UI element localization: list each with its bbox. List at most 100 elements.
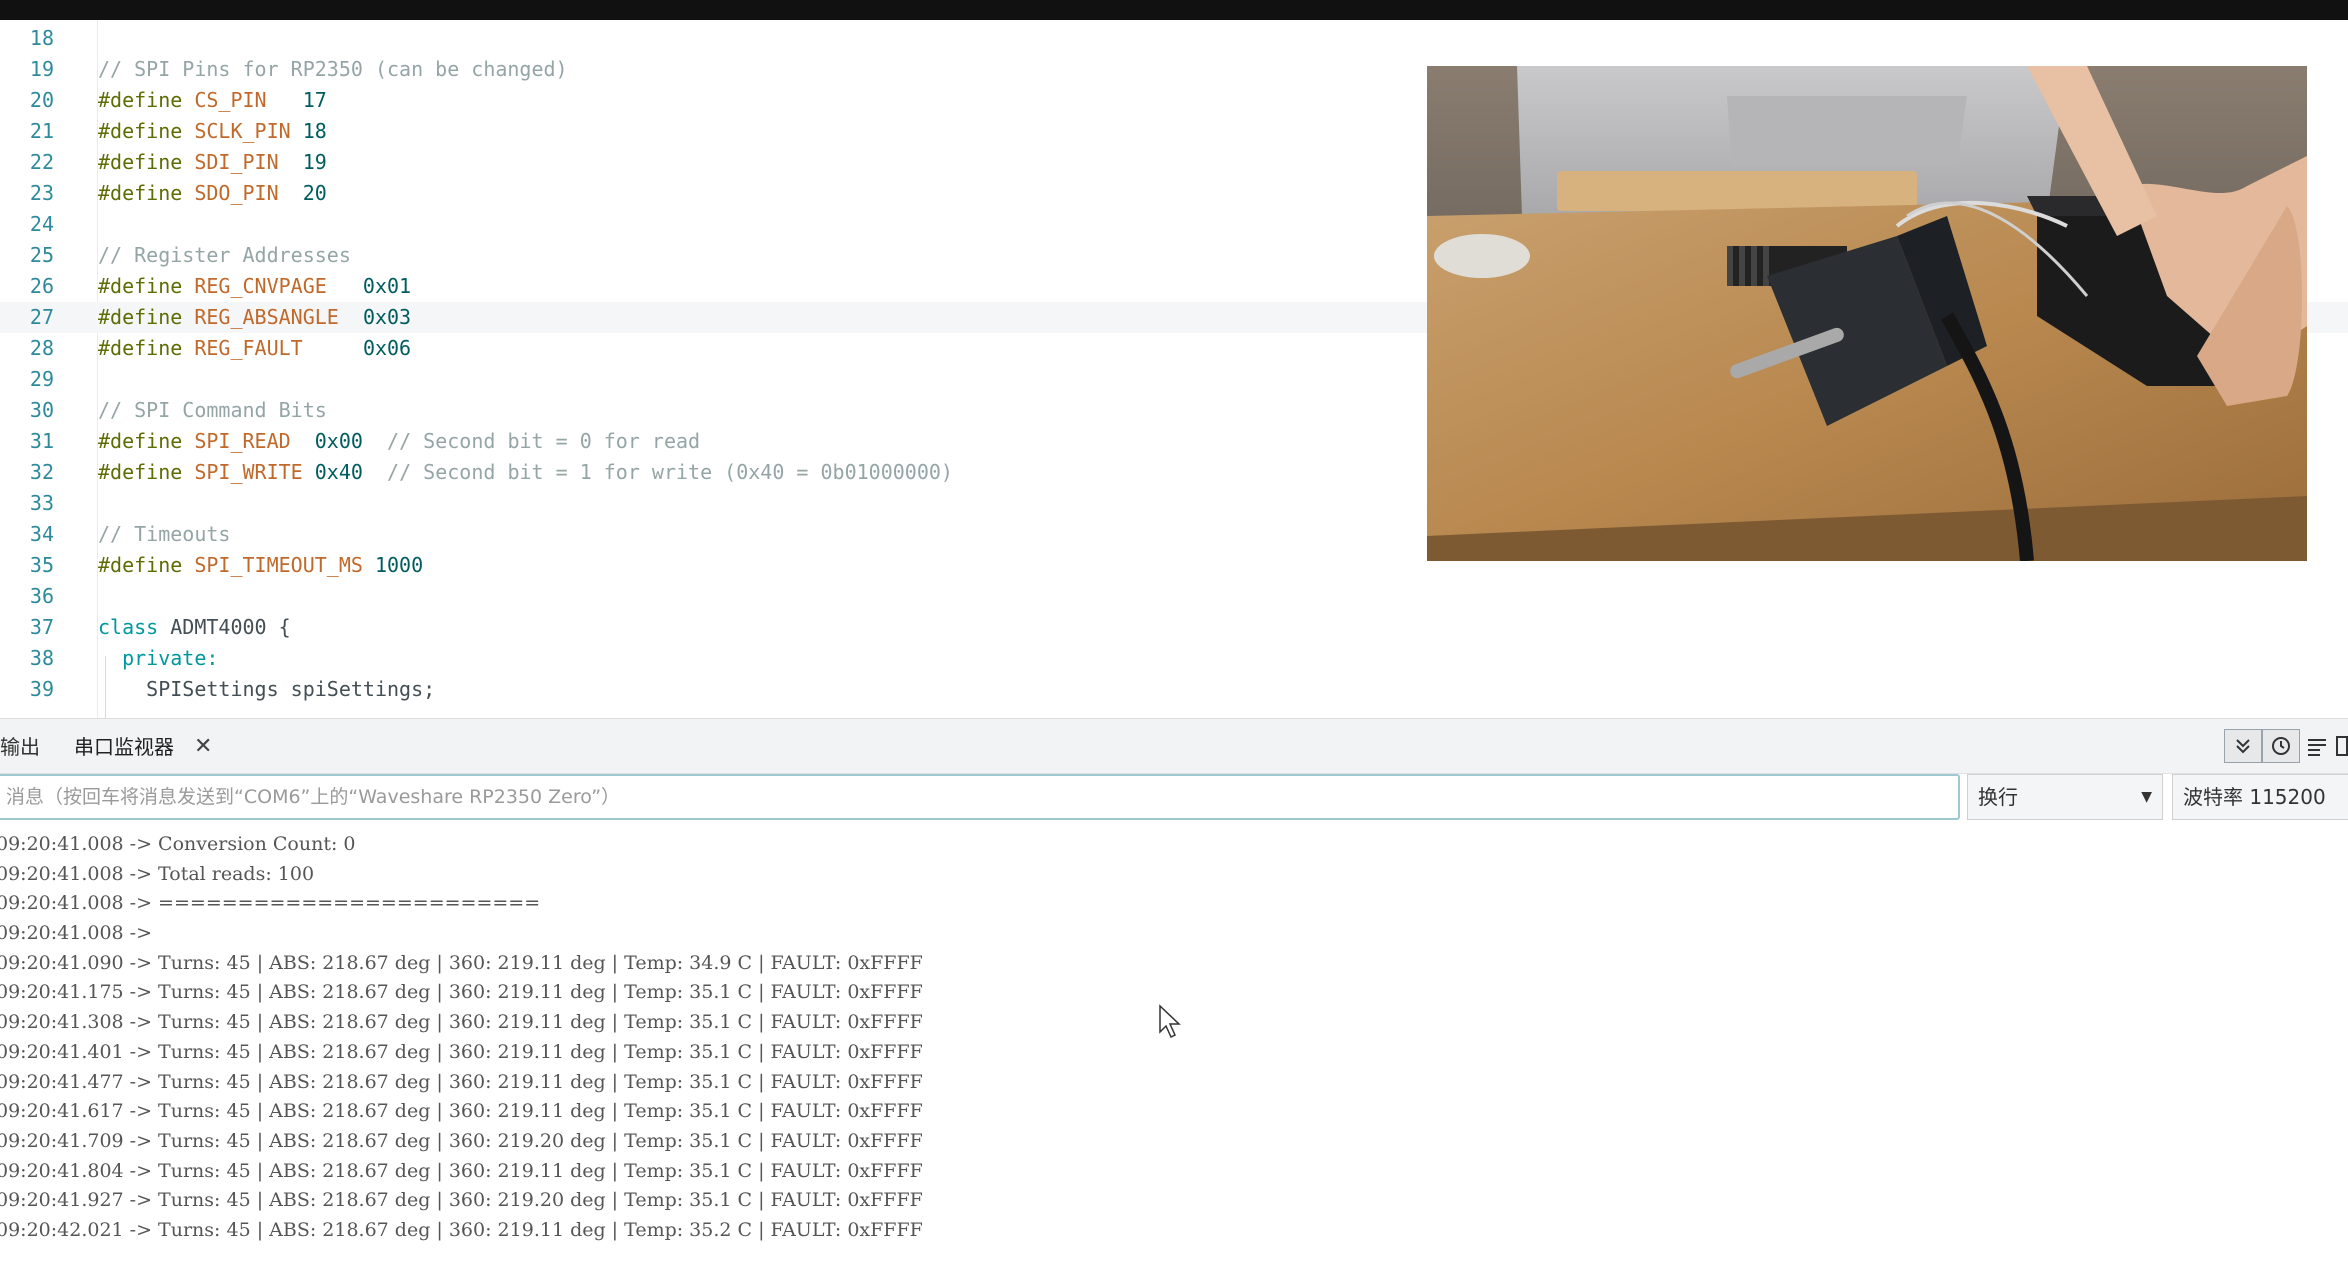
top-window-bar	[0, 0, 2348, 20]
serial-input-row: 换行 ▼ 波特率 115200	[0, 774, 2348, 822]
baud-rate-select[interactable]: 波特率 115200	[2172, 774, 2348, 820]
code-line[interactable]: 18	[0, 23, 2348, 54]
code-line[interactable]: 37 class ADMT4000 {	[0, 612, 2348, 643]
clear-output-icon[interactable]	[2306, 735, 2328, 761]
code-token: 0x06	[362, 336, 412, 360]
code-token: #define	[98, 181, 183, 205]
line-number: 37	[29, 615, 54, 639]
code-token: // Second bit = 0 for read	[387, 429, 701, 453]
code-text: #define REG_CNVPAGE 0x01	[98, 271, 411, 302]
code-token: // SPI Command Bits	[98, 398, 327, 422]
code-token: 1000	[374, 553, 424, 577]
panel-layout-icon[interactable]	[2336, 735, 2348, 761]
autoscroll-toggle-icon[interactable]	[2224, 729, 2262, 763]
code-token: 0x03	[362, 305, 412, 329]
line-number: 36	[29, 584, 54, 608]
bottom-panel-tabs: 输出 串口监视器 ✕	[0, 718, 2348, 774]
line-number: 38	[29, 646, 54, 670]
line-ending-select[interactable]: 换行 ▼	[1967, 774, 2163, 820]
serial-output-line: 09:20:41.477 -> Turns: 45 | ABS: 218.67 …	[0, 1070, 923, 1093]
serial-output-line: 09:20:41.008 ->	[0, 922, 159, 945]
code-token: 19	[302, 150, 327, 174]
code-token: SDI_PIN	[194, 150, 279, 174]
code-text: #define REG_ABSANGLE 0x03	[98, 302, 411, 333]
code-text: class ADMT4000 {	[98, 612, 291, 643]
serial-output-line: 09:20:41.008 -> Conversion Count: 0	[0, 833, 356, 855]
code-token: REG_FAULT	[194, 336, 303, 360]
tab-output[interactable]: 输出	[0, 719, 40, 775]
code-token: REG_ABSANGLE	[194, 305, 339, 329]
motor-photo-image	[1427, 66, 2307, 561]
code-token: SPISettings spiSettings;	[98, 677, 436, 701]
code-text: #define SPI_READ 0x00 // Second bit = 0 …	[98, 426, 700, 457]
code-token: ADMT4000 {	[158, 615, 291, 639]
serial-output-area[interactable]: 09:20:41.008 -> Conversion Count: 0 09:20…	[0, 830, 2348, 1264]
code-token: // Register Addresses	[98, 243, 351, 267]
line-ending-value: 换行	[1978, 785, 2018, 809]
code-token: #define	[98, 429, 183, 453]
code-token: SPI_TIMEOUT_MS	[194, 553, 363, 577]
line-number: 21	[29, 119, 54, 143]
code-token: #define	[98, 150, 183, 174]
video-overlay-photo	[1427, 66, 2307, 561]
code-token: #define	[98, 274, 183, 298]
code-token: 0x00	[314, 429, 363, 453]
line-number: 18	[29, 26, 54, 50]
code-token: // Timeouts	[98, 522, 231, 546]
timestamp-toggle-icon[interactable]	[2262, 729, 2300, 763]
code-token: private:	[122, 646, 219, 670]
line-number: 26	[29, 274, 54, 298]
tab-serial-monitor[interactable]: 串口监视器	[74, 719, 174, 775]
message-input[interactable]	[0, 774, 1960, 820]
line-number: 34	[29, 522, 54, 546]
line-number: 20	[29, 88, 54, 112]
close-icon[interactable]: ✕	[194, 719, 212, 775]
code-token: CS_PIN	[194, 88, 267, 112]
code-token: REG_CNVPAGE	[194, 274, 327, 298]
code-token: // Second bit = 1 for write (0x40 = 0b01…	[387, 460, 953, 484]
code-token: #define	[98, 119, 183, 143]
code-text: SPISettings spiSettings;	[98, 674, 435, 705]
code-token: 17	[302, 88, 327, 112]
code-text: #define SDI_PIN 19	[98, 147, 327, 178]
line-number: 25	[29, 243, 54, 267]
code-line[interactable]: 39 SPISettings spiSettings;	[0, 674, 2348, 705]
line-number: 23	[29, 181, 54, 205]
code-text: #define REG_FAULT 0x06	[98, 333, 411, 364]
code-text: // SPI Pins for RP2350 (can be changed)	[98, 54, 568, 85]
code-token: #define	[98, 88, 183, 112]
serial-output-line: 09:20:41.927 -> Turns: 45 | ABS: 218.67 …	[0, 1189, 923, 1212]
code-text: private:	[98, 643, 218, 674]
code-token: 0x01	[362, 274, 412, 298]
code-line[interactable]: 38 private:	[0, 643, 2348, 674]
code-token: SCLK_PIN	[194, 119, 291, 143]
code-text: #define CS_PIN 17	[98, 85, 327, 116]
code-token: 18	[302, 119, 327, 143]
line-number: 35	[29, 553, 54, 577]
mouse-pointer-icon	[1158, 1004, 1184, 1044]
code-line[interactable]: 36	[0, 581, 2348, 612]
serial-output-line: 09:20:41.804 -> Turns: 45 | ABS: 218.67 …	[0, 1159, 923, 1182]
code-token: 0x40	[314, 460, 363, 484]
line-number: 22	[29, 150, 54, 174]
